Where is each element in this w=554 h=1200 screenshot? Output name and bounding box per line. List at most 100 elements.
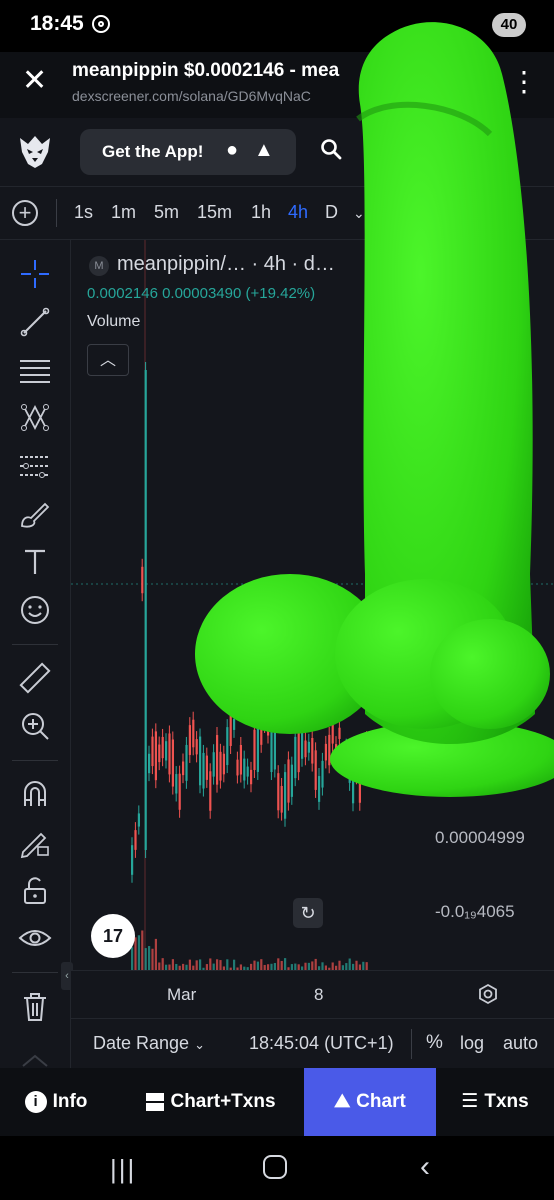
candle-body: [168, 733, 171, 775]
volume-bar: [216, 959, 219, 970]
status-time: 18:45: [30, 12, 84, 35]
brush-icon[interactable]: [17, 496, 53, 532]
eye-icon[interactable]: [17, 920, 53, 956]
horizontal-lines-icon[interactable]: [17, 352, 53, 388]
recent-apps-button[interactable]: |||: [110, 1154, 136, 1185]
volume-bar: [321, 962, 324, 970]
tab-label: Chart+Txns: [170, 1091, 276, 1112]
date-range-label: Date Range: [93, 1033, 190, 1053]
text-tool-icon[interactable]: [17, 544, 53, 580]
tradingview-logo[interactable]: 17: [91, 914, 135, 958]
candle-body: [131, 845, 134, 875]
volume-bar: [144, 948, 147, 970]
timeframe-1s[interactable]: 1s: [74, 202, 93, 223]
volume-bar: [331, 962, 334, 970]
magnet-icon[interactable]: [17, 776, 53, 812]
timezone-clock[interactable]: 18:45:04 (UTC+1): [249, 1033, 394, 1054]
timeframe-5m[interactable]: 5m: [154, 202, 179, 223]
candle-body: [182, 761, 185, 776]
volume-bar: [284, 958, 287, 970]
pattern-icon[interactable]: [17, 400, 53, 436]
candle-body: [175, 774, 178, 794]
volume-bar: [345, 963, 348, 970]
price-axis-label: 0.00004999: [435, 828, 525, 847]
log-scale-toggle[interactable]: log: [460, 1033, 484, 1054]
green-sticker-overlay: [195, 22, 554, 797]
volume-bar: [137, 935, 140, 970]
volume-bar: [277, 958, 280, 970]
candle-body: [158, 744, 161, 763]
candle-body: [141, 566, 144, 594]
candle-body: [171, 739, 174, 787]
volume-bar: [280, 960, 283, 970]
reset-chart-button[interactable]: ↻: [293, 898, 323, 928]
view-tabs: i Info Chart+Txns ⛰ Chart ☰ Txns: [0, 1068, 554, 1136]
tab-txns[interactable]: ☰ Txns: [446, 1068, 544, 1136]
lock-drawing-icon[interactable]: [17, 824, 53, 860]
volume-bar: [273, 963, 276, 970]
percent-scale-toggle[interactable]: %: [426, 1032, 443, 1054]
system-nav-bar: ||| ‹: [0, 1136, 554, 1200]
volume-bar: [233, 959, 236, 970]
volume-bar: [362, 961, 365, 970]
timeframe-1m[interactable]: 1m: [111, 202, 136, 223]
unlock-icon[interactable]: [17, 872, 53, 908]
volume-bar: [226, 959, 229, 970]
auto-scale-toggle[interactable]: auto: [503, 1033, 538, 1054]
back-button[interactable]: ‹: [420, 1150, 430, 1184]
collapse-legend-button[interactable]: ︿: [87, 344, 129, 376]
candle-body: [185, 744, 188, 781]
volume-bar: [355, 960, 358, 970]
time-tick-label: 8: [314, 985, 324, 1004]
candle-body: [148, 753, 151, 774]
volume-bar: [141, 930, 144, 970]
volume-bar: [131, 947, 134, 970]
volume-bar: [260, 959, 263, 970]
candle-body: [134, 830, 137, 850]
hotspot-icon: [92, 15, 110, 33]
crosshair-icon[interactable]: [17, 256, 53, 292]
home-button[interactable]: [263, 1155, 287, 1179]
ruler-icon[interactable]: [17, 660, 53, 696]
volume-bar: [154, 938, 157, 970]
time-axis: Mar 8: [71, 970, 554, 1019]
close-icon[interactable]: ✕: [22, 66, 47, 96]
get-app-label: Get the App!: [102, 142, 204, 161]
candle-body: [178, 773, 181, 810]
tab-label: Info: [52, 1091, 88, 1112]
volume-bar: [148, 946, 151, 970]
volume-bar: [188, 959, 191, 970]
drawing-toolbar: [0, 240, 71, 1070]
tab-info[interactable]: i Info: [0, 1068, 112, 1136]
tab-chart[interactable]: ⛰ Chart: [304, 1068, 436, 1136]
candle-body: [144, 370, 147, 850]
volume-bar: [304, 962, 307, 970]
time-tick-label: Mar: [167, 985, 197, 1004]
toolbar-divider: [12, 760, 58, 761]
settings-icon[interactable]: [477, 983, 499, 1005]
volume-bar: [256, 961, 259, 970]
toolbar-divider: [12, 972, 58, 973]
volume-bar: [151, 948, 154, 970]
divider: [56, 199, 57, 227]
divider: [411, 1029, 412, 1059]
emoji-icon[interactable]: [17, 592, 53, 628]
tab-label: Chart: [356, 1091, 406, 1112]
trend-line-icon[interactable]: [17, 304, 53, 340]
dexscreener-logo-icon[interactable]: [16, 132, 54, 170]
info-icon: i: [24, 1090, 47, 1113]
fib-retracement-icon[interactable]: [17, 448, 53, 484]
volume-bar: [311, 961, 314, 970]
date-range-dropdown[interactable]: Date Range ⌄: [93, 1033, 205, 1054]
volume-bar: [314, 958, 317, 970]
trash-icon[interactable]: [17, 988, 53, 1024]
tab-chart-txns[interactable]: Chart+Txns: [126, 1068, 296, 1136]
list-icon: ☰: [461, 1091, 479, 1112]
split-icon: [146, 1092, 165, 1111]
zoom-in-icon[interactable]: [17, 708, 53, 744]
volume-bar: [348, 958, 351, 970]
volume-bars: [131, 930, 368, 970]
add-indicator-icon[interactable]: +: [12, 200, 38, 226]
volume-bar: [134, 937, 137, 970]
candle-body: [154, 731, 157, 781]
